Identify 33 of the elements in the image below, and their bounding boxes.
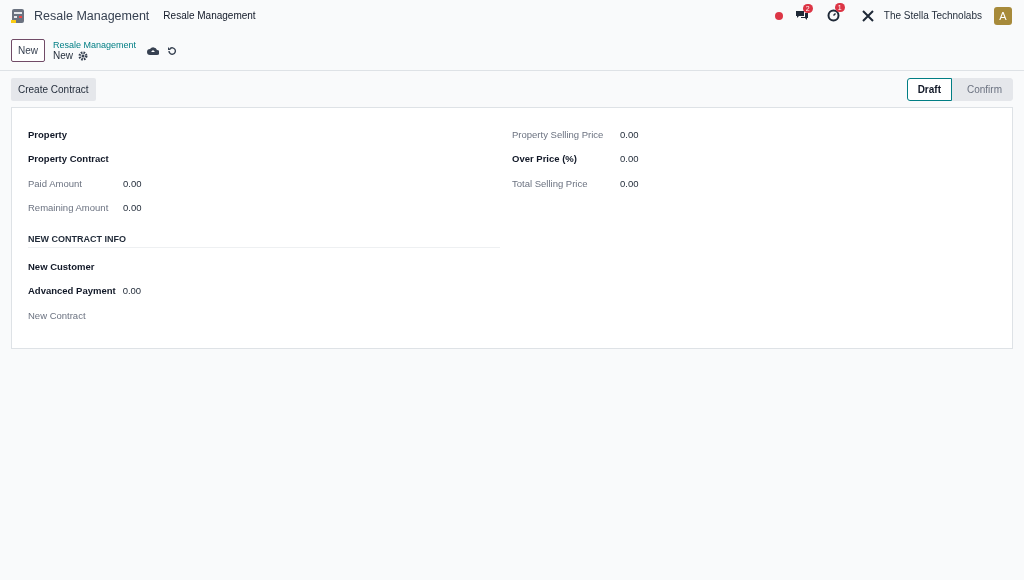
stage-button[interactable]: Confirm — [952, 78, 1013, 101]
field-value: 0.00 — [620, 177, 639, 189]
app-icon[interactable] — [10, 7, 26, 24]
clock-icon[interactable] — [826, 9, 840, 22]
field-label: Over Price (%) — [512, 153, 578, 165]
undo-icon[interactable] — [167, 45, 177, 56]
field-label: Property — [28, 128, 69, 140]
field-label: Total Selling Price — [512, 177, 589, 189]
company-name[interactable]: The Stella Technolabs — [883, 10, 982, 21]
settings-icon[interactable] — [78, 50, 89, 61]
field-value: 0.00 — [620, 153, 639, 165]
breadcrumb-link[interactable]: Resale Management — [53, 40, 139, 50]
menu-item[interactable]: Resale Management — [163, 10, 256, 21]
field-value: 0.00 — [123, 177, 142, 189]
field-label: New Contract — [28, 309, 86, 321]
field-value: 0.00 — [122, 285, 142, 297]
field-label: Paid Amount — [28, 177, 83, 189]
section-title: NEW CONTRACT INFO — [28, 234, 500, 248]
chat-icon[interactable] — [794, 9, 809, 22]
record-name: New — [53, 50, 74, 61]
new-button[interactable]: New — [11, 39, 45, 62]
cloud-upload-icon[interactable] — [147, 46, 159, 55]
stage-button[interactable]: Draft — [906, 78, 952, 101]
field-label: Property Contract — [28, 153, 110, 165]
create-contract-button[interactable]: Create Contract — [11, 78, 96, 101]
field-label: Remaining Amount — [28, 202, 110, 214]
app-name[interactable]: Resale Management — [34, 8, 150, 23]
field-value: 0.00 — [123, 202, 142, 214]
status-dot — [774, 11, 783, 20]
field-label: Property Selling Price — [512, 128, 605, 140]
field-value: 0.00 — [620, 128, 639, 140]
field-label: Advanced Payment — [28, 285, 116, 297]
field-label: New Customer — [28, 260, 95, 272]
